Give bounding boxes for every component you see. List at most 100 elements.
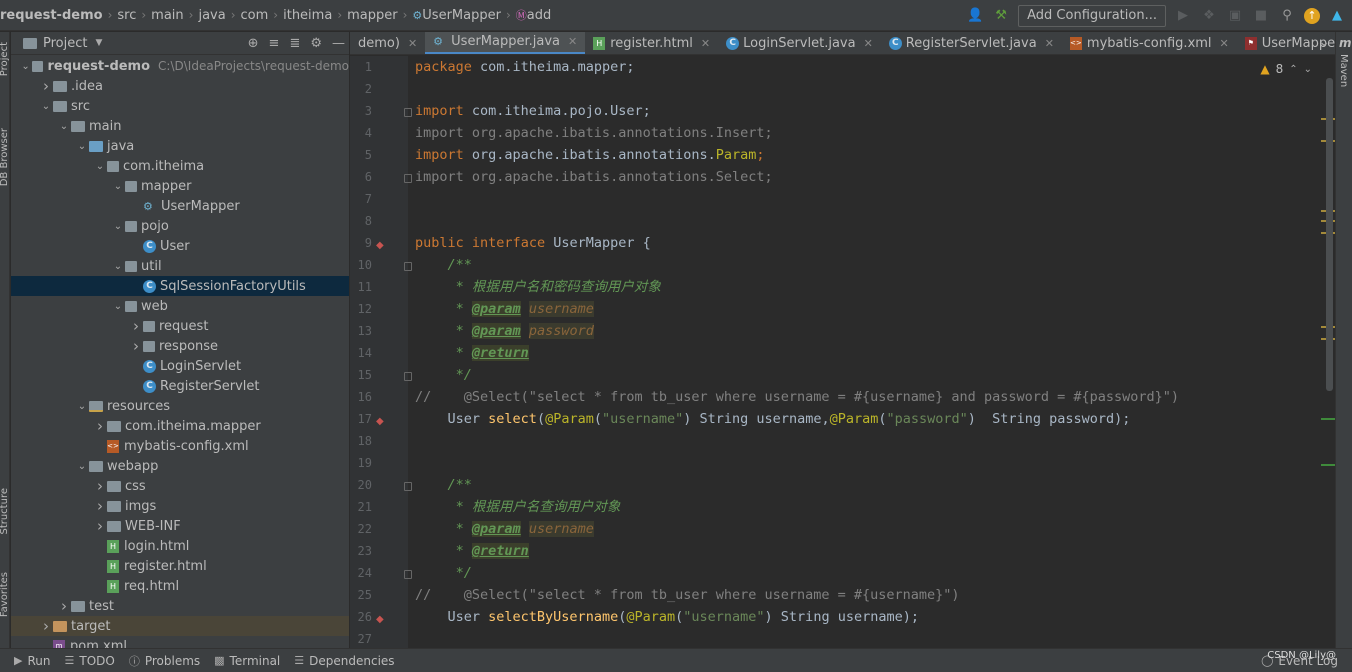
breadcrumb-item[interactable]: src bbox=[117, 8, 136, 23]
tree-item[interactable]: Hregister.html bbox=[11, 556, 349, 576]
chevron-down-icon[interactable]: ⌄ bbox=[93, 161, 107, 172]
run-icon[interactable]: ▶ bbox=[1174, 7, 1192, 25]
breadcrumb-item[interactable]: itheima bbox=[283, 8, 332, 23]
gear-icon[interactable]: ⚙ bbox=[310, 36, 322, 51]
tree-item[interactable]: › test bbox=[11, 596, 349, 616]
breadcrumb-item[interactable]: add bbox=[527, 8, 551, 23]
change-marker[interactable] bbox=[1321, 464, 1335, 466]
editor-tab[interactable]: Hregister.html ✕ bbox=[585, 32, 718, 54]
user-icon[interactable]: 👤 bbox=[966, 7, 984, 25]
debug-icon[interactable]: ❖ bbox=[1200, 7, 1218, 25]
tree-item[interactable]: ⌄ pojo bbox=[11, 216, 349, 236]
tree-item[interactable]: C LoginServlet bbox=[11, 356, 349, 376]
expand-all-icon[interactable]: ≡ bbox=[269, 36, 280, 51]
tree-item[interactable]: ⌄ java bbox=[11, 136, 349, 156]
problems-tool-button[interactable]: ⓘ Problems bbox=[129, 653, 200, 669]
tree-item[interactable]: › target bbox=[11, 616, 349, 636]
maven-icon[interactable]: m bbox=[1339, 36, 1352, 50]
tree-item[interactable]: Hreq.html bbox=[11, 576, 349, 596]
close-icon[interactable]: ✕ bbox=[864, 37, 873, 50]
tree-item[interactable]: › .idea bbox=[11, 76, 349, 96]
editor-tab[interactable]: C RegisterServlet.java ✕ bbox=[881, 32, 1062, 54]
tree-item[interactable]: › WEB-INF bbox=[11, 516, 349, 536]
tree-item[interactable]: ⌄ src bbox=[11, 96, 349, 116]
close-icon[interactable]: ✕ bbox=[701, 37, 710, 50]
breadcrumb-item[interactable]: com bbox=[241, 8, 269, 23]
chevron-down-icon[interactable]: ▼ bbox=[95, 38, 102, 48]
coverage-icon[interactable]: ▣ bbox=[1226, 7, 1244, 25]
breadcrumb-item[interactable]: java bbox=[198, 8, 225, 23]
editor-tab[interactable]: ⚙ UserMapper.java ✕ bbox=[425, 32, 586, 54]
tree-item[interactable]: <> mybatis-config.xml bbox=[11, 436, 349, 456]
db-browser-tool-tab[interactable]: DB Browser bbox=[0, 128, 10, 186]
tab-list-chevron-icon[interactable]: ⌄ bbox=[1318, 34, 1330, 50]
chevron-right-icon[interactable]: › bbox=[93, 497, 107, 515]
chevron-right-icon[interactable]: › bbox=[129, 317, 143, 335]
chevron-down-icon[interactable]: ⌄ bbox=[111, 301, 125, 312]
chevron-right-icon[interactable]: › bbox=[39, 77, 53, 95]
chevron-right-icon[interactable]: › bbox=[129, 337, 143, 355]
fold-marker-icon[interactable] bbox=[404, 108, 412, 117]
close-icon[interactable]: ✕ bbox=[1220, 37, 1229, 50]
tree-item[interactable]: ⌄ com.itheima bbox=[11, 156, 349, 176]
tree-item[interactable]: ⌄ web bbox=[11, 296, 349, 316]
chevron-right-icon[interactable]: › bbox=[93, 517, 107, 535]
chevron-down-icon[interactable]: ⌄ bbox=[75, 141, 89, 152]
dependencies-tool-button[interactable]: ☰ Dependencies bbox=[294, 654, 394, 668]
chevron-down-icon[interactable]: ⌄ bbox=[57, 121, 71, 132]
editor-scrollbar[interactable] bbox=[1326, 78, 1333, 391]
project-view-selector[interactable]: Project bbox=[43, 36, 87, 51]
code-area[interactable]: package com.itheima.mapper; import com.i… bbox=[415, 56, 1305, 648]
editor-tab[interactable]: demo) ✕ bbox=[350, 32, 425, 54]
fold-marker-icon[interactable] bbox=[404, 372, 412, 381]
fold-marker-icon[interactable] bbox=[404, 174, 412, 183]
breadcrumb-item[interactable]: mapper bbox=[347, 8, 397, 23]
chevron-down-icon[interactable]: ⌄ bbox=[111, 221, 125, 232]
project-tool-tab[interactable]: Project bbox=[0, 42, 10, 76]
tree-item[interactable]: Hlogin.html bbox=[11, 536, 349, 556]
tree-item[interactable]: › com.itheima.mapper bbox=[11, 416, 349, 436]
add-configuration-button[interactable]: Add Configuration... bbox=[1018, 4, 1166, 27]
editor-tab[interactable]: <> mybatis-config.xml ✕ bbox=[1062, 32, 1237, 54]
jetbrains-toolbox-icon[interactable]: ▲ bbox=[1328, 7, 1346, 25]
chevron-right-icon[interactable]: › bbox=[39, 617, 53, 635]
terminal-tool-button[interactable]: ▩ Terminal bbox=[214, 654, 280, 668]
breadcrumb-item[interactable]: main bbox=[151, 8, 183, 23]
chevron-down-icon[interactable]: ⌄ bbox=[75, 461, 89, 472]
tree-item[interactable]: › imgs bbox=[11, 496, 349, 516]
close-icon[interactable]: ✕ bbox=[408, 37, 417, 50]
tree-item[interactable]: C User bbox=[11, 236, 349, 256]
tree-item[interactable]: C RegisterServlet bbox=[11, 376, 349, 396]
chevron-down-icon[interactable]: ⌄ bbox=[75, 401, 89, 412]
tree-item[interactable]: ⌄ util bbox=[11, 256, 349, 276]
mybatis-navigate-icon[interactable]: ◆ bbox=[376, 614, 390, 625]
fold-marker-icon[interactable] bbox=[404, 262, 412, 271]
structure-tool-tab[interactable]: Structure bbox=[0, 488, 10, 535]
run-tool-button[interactable]: ▶ Run bbox=[14, 654, 50, 668]
chevron-right-icon[interactable]: › bbox=[57, 597, 71, 615]
previous-highlight-icon[interactable]: ⌃ bbox=[1289, 64, 1297, 75]
tree-item[interactable]: C SqlSessionFactoryUtils bbox=[11, 276, 349, 296]
todo-tool-button[interactable]: ☰ TODO bbox=[64, 654, 114, 668]
stop-icon[interactable]: ■ bbox=[1252, 7, 1270, 25]
chevron-right-icon[interactable]: › bbox=[93, 477, 107, 495]
chevron-down-icon[interactable]: ⌄ bbox=[111, 261, 125, 272]
favorites-tool-tab[interactable]: Favorites bbox=[0, 572, 10, 617]
tree-item[interactable]: ⚙ UserMapper bbox=[11, 196, 349, 216]
collapse-all-icon[interactable]: ≣ bbox=[289, 36, 300, 51]
chevron-down-icon[interactable]: ⌄ bbox=[39, 101, 53, 112]
editor-tab[interactable]: C LoginServlet.java ✕ bbox=[718, 32, 881, 54]
update-icon[interactable]: ↑ bbox=[1304, 7, 1320, 24]
tree-item[interactable]: › css bbox=[11, 476, 349, 496]
tree-item[interactable]: ⌄ request-demo C:\D\IdeaProjects\request-d… bbox=[11, 56, 349, 76]
search-icon[interactable]: ⚲ bbox=[1278, 7, 1296, 25]
fold-marker-icon[interactable] bbox=[404, 570, 412, 579]
maven-tool-tab[interactable]: Maven bbox=[1338, 54, 1349, 87]
tree-item[interactable]: › response bbox=[11, 336, 349, 356]
chevron-down-icon[interactable]: ⌄ bbox=[20, 61, 32, 72]
chevron-right-icon[interactable]: › bbox=[93, 417, 107, 435]
change-marker[interactable] bbox=[1321, 418, 1335, 420]
locate-file-icon[interactable]: ⊕ bbox=[248, 36, 259, 51]
tree-item[interactable]: ⌄ main bbox=[11, 116, 349, 136]
fold-marker-icon[interactable] bbox=[404, 482, 412, 491]
